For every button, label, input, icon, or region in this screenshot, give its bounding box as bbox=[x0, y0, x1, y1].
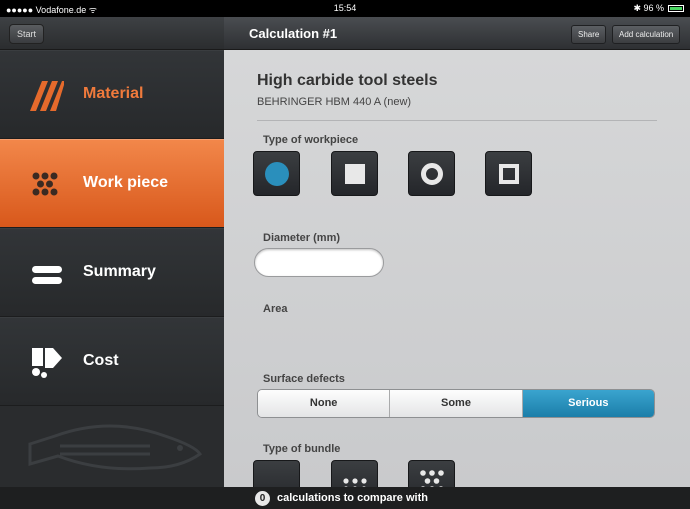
ring-icon bbox=[420, 162, 443, 185]
cost-icon bbox=[32, 348, 62, 378]
type-of-bundle-label: Type of bundle bbox=[263, 443, 341, 455]
clock: 15:54 bbox=[333, 3, 357, 13]
dots-cluster-icon bbox=[419, 470, 444, 487]
diameter-label: Diameter (mm) bbox=[263, 232, 341, 244]
workpiece-round-button[interactable] bbox=[253, 151, 300, 196]
header-bar: Calculation #1 Share Add calculation bbox=[224, 17, 690, 50]
bundle-small-button[interactable] bbox=[331, 460, 378, 487]
compare-count-badge: 0 bbox=[255, 491, 270, 506]
start-button[interactable]: Start bbox=[9, 24, 45, 44]
dots-grid-icon bbox=[342, 478, 367, 487]
battery-icon bbox=[668, 5, 684, 12]
surface-option-serious[interactable]: Serious bbox=[522, 390, 654, 417]
status-bar: ●●●●● Vodafone.de ᯤ 15:54 ✱ 96 % bbox=[0, 0, 690, 17]
add-calculation-button[interactable]: Add calculation bbox=[612, 25, 681, 44]
material-subtitle: BEHRINGER HBM 440 A (new) bbox=[257, 96, 412, 108]
square-outline-icon bbox=[498, 163, 519, 184]
sidebar-item-cost[interactable]: Cost bbox=[0, 317, 224, 406]
page-title: Calculation #1 bbox=[249, 26, 338, 41]
stripes-icon bbox=[30, 81, 64, 111]
sidebar-item-label: Material bbox=[83, 85, 144, 102]
square-filled-icon bbox=[344, 163, 365, 184]
battery-indicator: ✱ 96 % bbox=[633, 3, 684, 14]
bars-icon bbox=[32, 266, 62, 284]
main-panel: Calculation #1 Share Add calculation Hig… bbox=[224, 17, 690, 487]
workpiece-tube-button[interactable] bbox=[408, 151, 455, 196]
share-button[interactable]: Share bbox=[571, 25, 607, 44]
workpiece-square-button[interactable] bbox=[331, 151, 378, 196]
sidebar-item-work-piece[interactable]: Work piece bbox=[0, 139, 224, 228]
diameter-input[interactable] bbox=[254, 248, 384, 277]
material-title: High carbide tool steels bbox=[257, 72, 438, 89]
circle-filled-icon bbox=[264, 161, 289, 186]
sidebar-item-summary[interactable]: Summary bbox=[0, 228, 224, 317]
sidebar-item-material[interactable]: Material bbox=[0, 50, 224, 139]
dots-icon bbox=[32, 172, 58, 196]
sidebar-item-label: Cost bbox=[83, 352, 119, 369]
sidebar-header: Start bbox=[0, 17, 224, 50]
workpiece-square-tube-button[interactable] bbox=[485, 151, 532, 196]
surface-defects-label: Surface defects bbox=[263, 373, 345, 385]
brand-logo-area bbox=[0, 406, 224, 487]
area-label: Area bbox=[263, 303, 288, 315]
battery-label: ✱ 96 % bbox=[633, 3, 664, 13]
surface-option-none[interactable]: None bbox=[258, 390, 391, 417]
compare-text: calculations to compare with bbox=[277, 492, 428, 504]
compare-bar[interactable]: 0 calculations to compare with bbox=[0, 487, 690, 509]
surface-defects-selector: None Some Serious bbox=[257, 389, 655, 418]
sidebar-item-label: Work piece bbox=[83, 174, 169, 191]
bundle-large-button[interactable] bbox=[408, 460, 455, 487]
sidebar-item-label: Summary bbox=[83, 263, 156, 280]
surface-option-some[interactable]: Some bbox=[390, 390, 523, 417]
type-of-workpiece-label: Type of workpiece bbox=[263, 134, 359, 146]
sidebar: Start Material Work piece Summary Cost bbox=[0, 17, 224, 487]
divider bbox=[257, 120, 657, 121]
fish-logo bbox=[28, 424, 203, 471]
bundle-single-button[interactable] bbox=[253, 460, 300, 487]
